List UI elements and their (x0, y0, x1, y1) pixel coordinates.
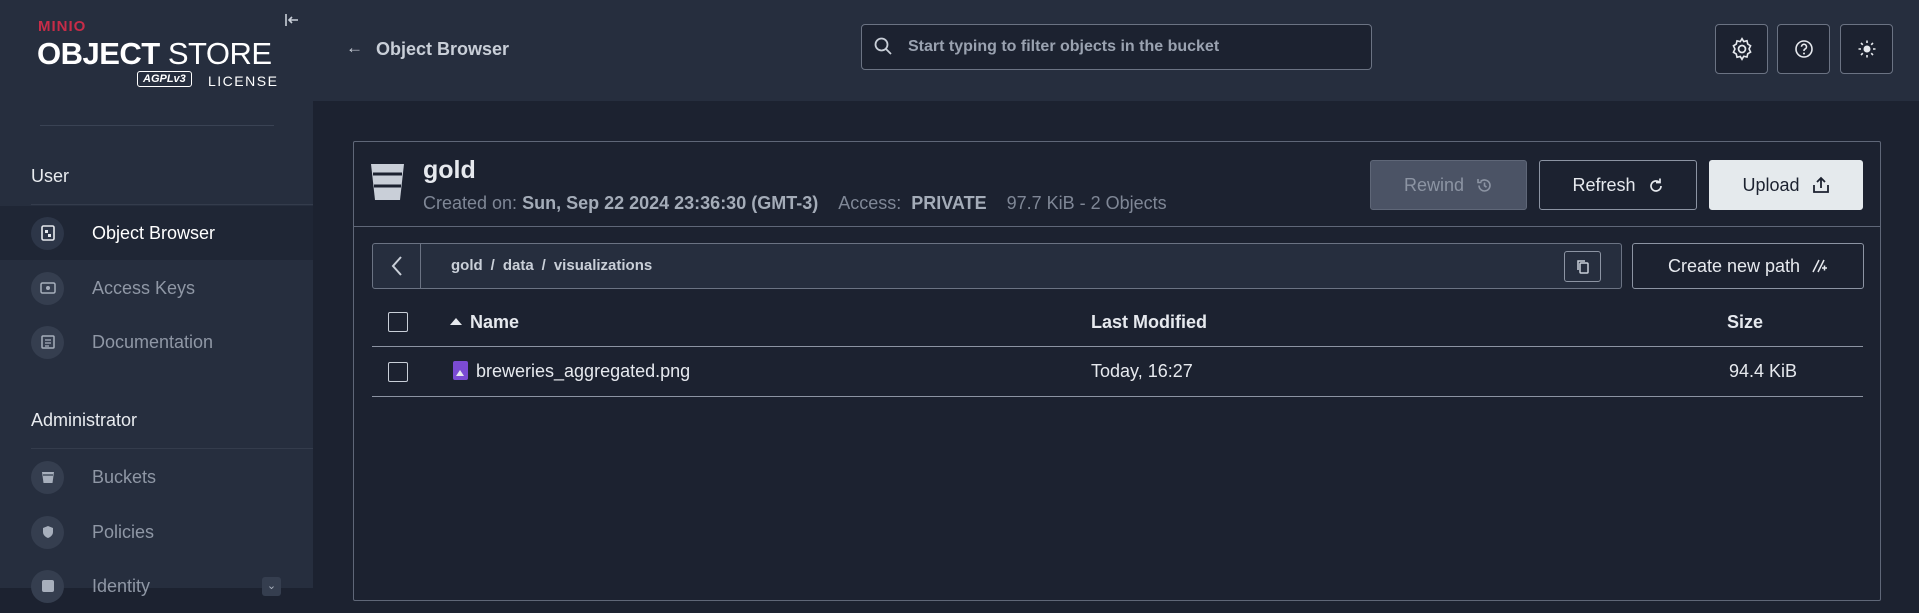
key-icon (31, 271, 64, 305)
sidebar-item-access-keys[interactable]: Access Keys (0, 261, 313, 315)
sidebar-item-identity[interactable]: Identity ⌄ (0, 559, 313, 613)
image-file-icon (453, 360, 468, 380)
sidebar: MINIO OBJECT STORE AGPLv3 LICENSE User O… (0, 0, 313, 603)
sort-asc-icon (450, 317, 462, 325)
help-icon (1794, 40, 1813, 58)
minio-logo[interactable]: MINIO OBJECT STORE AGPLv3 LICENSE (37, 16, 282, 96)
object-browser-icon (31, 216, 64, 250)
copy-path-button[interactable] (1564, 251, 1601, 282)
bucket-icon (371, 164, 404, 200)
copy-icon (1576, 259, 1589, 274)
bucket-meta: Created on: Sun, Sep 22 2024 23:36:30 (G… (423, 193, 1167, 213)
access-value: PRIVATE (911, 193, 987, 213)
gear-icon (1731, 37, 1752, 61)
created-date: Sun, Sep 22 2024 23:36:30 (GMT-3) (522, 193, 819, 213)
table-row[interactable]: breweries_aggregated.png Today, 16:27 94… (372, 347, 1863, 397)
collapse-sidebar-icon[interactable] (282, 12, 302, 32)
top-header: ← Object Browser (313, 0, 1919, 101)
sidebar-item-label: Identity (92, 575, 151, 596)
size-summary: 97.7 KiB - 2 Objects (1006, 193, 1167, 213)
table-header: Name Last Modified Size (372, 297, 1863, 347)
settings-button[interactable] (1715, 24, 1768, 74)
file-size: 94.4 KiB (1729, 361, 1798, 381)
back-arrow-icon[interactable]: ← (346, 38, 363, 58)
logo-license: LICENSE (208, 73, 279, 89)
breadcrumb-path: gold / data / visualizations (451, 257, 653, 274)
bucket-icon (31, 460, 64, 494)
sidebar-item-buckets[interactable]: Buckets (0, 450, 313, 504)
sun-icon (1858, 40, 1875, 58)
identity-icon (31, 569, 64, 603)
rewind-button[interactable]: Rewind (1370, 160, 1527, 210)
last-modified: Today, 16:27 (1091, 361, 1193, 381)
row-checkbox[interactable] (388, 362, 408, 382)
license-badge: AGPLv3 (137, 71, 192, 87)
column-header-size[interactable]: Size (1727, 312, 1763, 333)
logo-product: OBJECT STORE (37, 36, 272, 71)
history-icon (1477, 178, 1491, 192)
chevron-down-icon[interactable]: ⌄ (262, 576, 281, 596)
bucket-panel: gold Created on: Sun, Sep 22 2024 23:36:… (353, 141, 1881, 601)
file-name: breweries_aggregated.png (453, 360, 690, 382)
sidebar-item-documentation[interactable]: Documentation (0, 315, 313, 369)
divider (40, 125, 274, 126)
column-header-last-modified[interactable]: Last Modified (1091, 312, 1207, 333)
sidebar-item-label: Buckets (92, 466, 157, 487)
documentation-icon (31, 325, 64, 359)
search-icon (874, 37, 892, 55)
select-all-checkbox[interactable] (388, 312, 408, 332)
divider (31, 204, 313, 205)
page-title: Object Browser (376, 39, 510, 59)
divider (31, 448, 313, 449)
logo-brand: MINIO (38, 18, 87, 35)
upload-button[interactable]: Upload (1709, 160, 1863, 210)
sidebar-item-label: Access Keys (92, 277, 196, 298)
breadcrumb-item[interactable]: visualizations (554, 257, 652, 274)
sidebar-item-policies[interactable]: Policies (0, 505, 313, 559)
bucket-name: gold (423, 156, 476, 184)
section-label-administrator: Administrator (31, 410, 138, 430)
sidebar-item-label: Object Browser (92, 222, 216, 243)
new-path-icon (1812, 259, 1828, 273)
refresh-button[interactable]: Refresh (1539, 160, 1697, 210)
bucket-header: gold Created on: Sun, Sep 22 2024 23:36:… (354, 142, 1880, 227)
theme-toggle-button[interactable] (1840, 24, 1893, 74)
upload-icon (1812, 176, 1829, 193)
column-header-name[interactable]: Name (450, 312, 519, 333)
sidebar-item-label: Policies (92, 521, 155, 542)
breadcrumb-item[interactable]: gold (451, 257, 483, 274)
sidebar-item-label: Documentation (92, 331, 214, 352)
create-new-path-button[interactable]: Create new path (1632, 243, 1864, 289)
breadcrumb-item[interactable]: data (503, 257, 534, 274)
shield-icon (31, 515, 64, 549)
search-input[interactable] (906, 25, 1361, 69)
refresh-icon (1649, 178, 1662, 192)
sidebar-item-object-browser[interactable]: Object Browser (0, 206, 313, 260)
search-box[interactable] (861, 24, 1372, 70)
help-button[interactable] (1777, 24, 1830, 74)
section-label-user: User (31, 166, 70, 186)
chevron-left-icon[interactable] (373, 244, 421, 288)
breadcrumb: gold / data / visualizations (372, 243, 1622, 289)
